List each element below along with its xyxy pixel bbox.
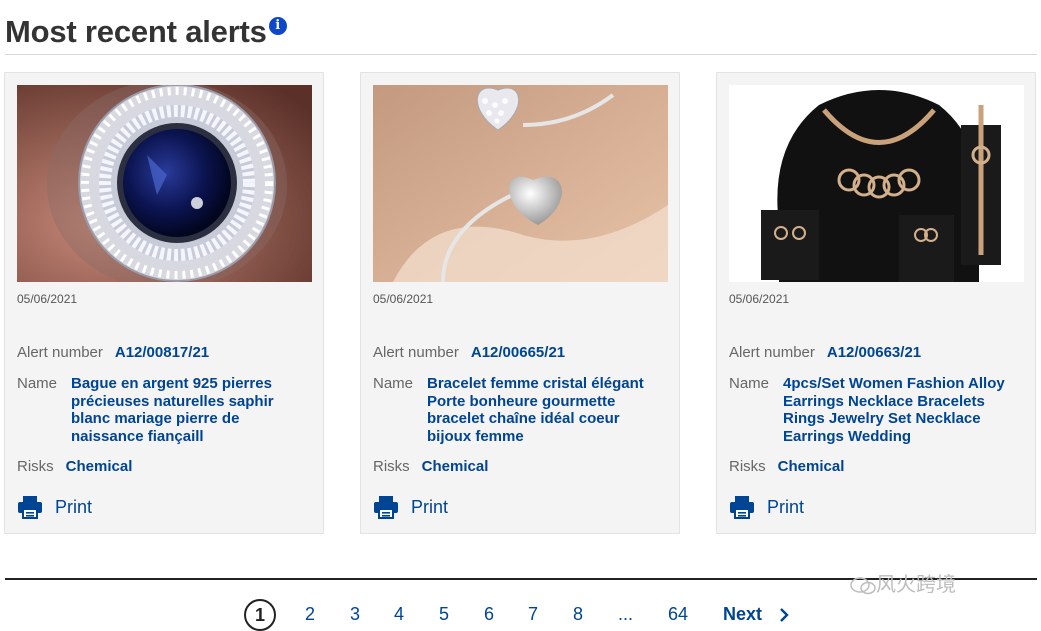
alert-card[interactable]: 05/06/2021 Alert number A12/00665/21 Name… [360, 72, 680, 534]
risks-row: Risks Chemical [729, 458, 844, 475]
alert-image[interactable] [17, 85, 312, 282]
alert-number-label: Alert number [373, 344, 459, 361]
pagination: 1 2 3 4 5 6 7 8 ... 64 Next [0, 596, 1041, 631]
risk-link[interactable]: Chemical [66, 458, 133, 475]
chevron-right-icon[interactable] [778, 608, 790, 622]
alert-number-row: Alert number A12/00663/21 [729, 344, 921, 361]
risk-link[interactable]: Chemical [778, 458, 845, 475]
name-row: Name Bracelet femme cristal élégant Porte… [373, 375, 673, 445]
product-name-link[interactable]: Bague en argent 925 pierres précieuses n… [71, 375, 311, 445]
page-link-last[interactable]: 64 [668, 604, 688, 625]
info-icon[interactable]: i [268, 17, 287, 35]
page-link[interactable]: 3 [350, 604, 360, 625]
alert-date: 05/06/2021 [373, 292, 434, 306]
print-label: Print [767, 496, 805, 517]
page-ellipsis: ... [618, 604, 634, 624]
name-label: Name [373, 375, 414, 392]
printer-icon [18, 496, 42, 519]
alert-number-label: Alert number [17, 344, 103, 361]
printer-icon [374, 496, 398, 519]
page-current[interactable]: 1 [244, 599, 276, 631]
name-row: Name 4pcs/Set Women Fashion Alloy Earring… [729, 375, 1029, 445]
page-link[interactable]: 2 [305, 604, 315, 625]
name-row: Name Bague en argent 925 pierres précieus… [17, 375, 317, 445]
alert-number-row: Alert number A12/00665/21 [373, 344, 565, 361]
alert-date: 05/06/2021 [729, 292, 790, 306]
alert-date: 05/06/2021 [17, 292, 78, 306]
risks-label: Risks [17, 458, 54, 475]
risks-row: Risks Chemical [373, 458, 488, 475]
alert-number-row: Alert number A12/00817/21 [17, 344, 209, 361]
alert-image[interactable] [373, 85, 668, 282]
page-title: Most recent alerts [5, 14, 267, 49]
next-page-link[interactable]: Next [723, 604, 762, 625]
name-label: Name [729, 375, 770, 392]
print-button[interactable]: Print [17, 495, 92, 521]
print-label: Print [55, 496, 93, 517]
risk-link[interactable]: Chemical [422, 458, 489, 475]
watermark: 风火跨境 [850, 568, 956, 597]
name-label: Name [17, 375, 58, 392]
wechat-icon [850, 576, 876, 594]
risks-row: Risks Chemical [17, 458, 132, 475]
page-link[interactable]: 6 [484, 604, 494, 625]
alert-card[interactable]: 05/06/2021 Alert number A12/00817/21 Name… [4, 72, 324, 534]
alert-number-link[interactable]: A12/00817/21 [115, 344, 209, 361]
print-button[interactable]: Print [729, 495, 804, 521]
heart-bangle-image [373, 85, 668, 282]
page-link[interactable]: 4 [394, 604, 404, 625]
page-link[interactable]: 5 [439, 604, 449, 625]
risks-label: Risks [729, 458, 766, 475]
alert-number-label: Alert number [729, 344, 815, 361]
alert-card[interactable]: 05/06/2021 Alert number A12/00663/21 Name… [716, 72, 1036, 534]
alert-number-link[interactable]: A12/00665/21 [471, 344, 565, 361]
print-label: Print [411, 496, 449, 517]
jewelry-set-image [729, 85, 1024, 282]
printer-icon [730, 496, 754, 519]
page-link[interactable]: 7 [528, 604, 538, 625]
print-button[interactable]: Print [373, 495, 448, 521]
watermark-text: 风火跨境 [876, 572, 956, 596]
title-divider [5, 54, 1037, 55]
alert-number-link[interactable]: A12/00663/21 [827, 344, 921, 361]
risks-label: Risks [373, 458, 410, 475]
product-name-link[interactable]: 4pcs/Set Women Fashion Alloy Earrings Ne… [783, 375, 1023, 445]
sapphire-ring-image [17, 85, 312, 282]
page-link[interactable]: 8 [573, 604, 583, 625]
alert-image[interactable] [729, 85, 1024, 282]
page-header: Most recent alerts i [5, 12, 287, 52]
product-name-link[interactable]: Bracelet femme cristal élégant Porte bon… [427, 375, 667, 445]
